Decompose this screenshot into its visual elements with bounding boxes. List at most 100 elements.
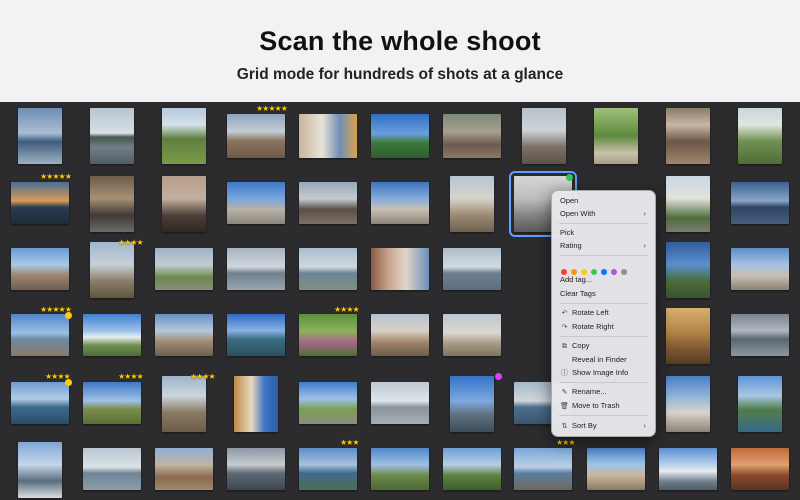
photo-thumbnail[interactable] [594,108,638,164]
copy-icon: ⧉ [562,343,567,350]
photo-thumbnail[interactable] [299,182,357,224]
photo-thumbnail[interactable] [371,182,429,224]
photo-thumbnail[interactable] [155,314,213,356]
menu-item-open-with[interactable]: Open With › [560,208,649,220]
photo-thumbnail[interactable] [514,448,572,490]
photo-thumbnail[interactable] [227,448,285,490]
menu-item-label: Move to Trash [572,401,620,410]
photo-thumbnail[interactable] [299,114,357,158]
menu-item-label: Open With [560,209,596,218]
menu-item-label: Clear Tags [560,289,596,298]
menu-item-reveal-in-finder[interactable]: Reveal in Finder [560,354,649,366]
photo-thumbnail[interactable] [522,108,566,164]
rating-stars: ★★★★ [334,305,360,314]
photo-thumbnail[interactable] [659,448,717,490]
photo-thumbnail[interactable] [234,376,278,432]
photo-grid: ★★★★★ ★★★★★ ★★★★ ★★★★★ ★★★★ ★★★★ ★★★★ ★★… [0,102,800,500]
photo-thumbnail[interactable] [90,176,134,232]
hero-banner: Scan the whole shoot Grid mode for hundr… [0,0,800,103]
context-menu: Open Open With › Pick Rating › Add tag... … [551,190,656,437]
chevron-right-icon: › [643,209,646,218]
menu-item-rotate-right[interactable]: ↷ Rotate Right [560,321,649,333]
photo-thumbnail[interactable] [443,114,501,158]
menu-separator [559,415,648,416]
menu-separator [559,382,648,383]
photo-thumbnail[interactable] [371,114,429,158]
menu-item-show-image-info[interactable]: ⓘ Show Image Info [560,367,649,379]
menu-item-add-tag[interactable]: Add tag... [560,274,649,286]
photo-thumbnail[interactable] [450,176,494,232]
info-icon: ⓘ [561,370,568,377]
photo-thumbnail[interactable] [227,182,285,224]
photo-thumbnail[interactable] [371,248,429,290]
photo-thumbnail[interactable] [11,248,69,290]
menu-separator [559,223,648,224]
photo-thumbnail[interactable] [731,314,789,356]
photo-thumbnail[interactable] [11,182,69,224]
photo-thumbnail[interactable] [371,448,429,490]
chevron-right-icon: › [643,241,646,250]
photo-thumbnail[interactable] [155,448,213,490]
photo-thumbnail[interactable] [443,314,501,356]
menu-separator [559,336,648,337]
photo-thumbnail[interactable] [18,108,62,164]
rating-stars: ★★★★ [118,372,144,381]
photo-thumbnail[interactable] [371,314,429,356]
photo-thumbnail[interactable] [155,248,213,290]
rating-stars: ★★★★★ [256,104,288,113]
photo-thumbnail[interactable] [11,382,69,424]
photo-thumbnail[interactable] [587,448,645,490]
trash-icon: 🗑 [560,403,569,410]
menu-item-label: Rating [560,241,582,250]
hero-title: Scan the whole shoot [259,26,541,56]
photo-thumbnail[interactable] [666,108,710,164]
photo-thumbnail[interactable] [443,248,501,290]
rating-stars: ★★★ [556,438,575,447]
photo-thumbnail[interactable] [90,242,134,298]
menu-item-move-to-trash[interactable]: 🗑 Move to Trash [560,400,649,412]
menu-item-rotate-left[interactable]: ↶ Rotate Left [560,307,649,319]
photo-thumbnail[interactable] [299,448,357,490]
menu-item-copy[interactable]: ⧉ Copy [560,340,649,352]
photo-thumbnail[interactable] [227,248,285,290]
photo-thumbnail[interactable] [299,382,357,424]
rotate-left-icon: ↶ [561,310,568,317]
menu-item-sort-by[interactable]: ⇅ Sort By › [560,420,649,432]
photo-thumbnail[interactable] [738,108,782,164]
photo-thumbnail[interactable] [738,376,782,432]
menu-item-clear-tags[interactable]: Clear Tags [560,288,649,300]
menu-item-label: Show Image Info [572,368,629,377]
photo-thumbnail[interactable] [18,442,62,498]
photo-thumbnail[interactable] [371,382,429,424]
photo-thumbnail[interactable] [666,242,710,298]
menu-item-open[interactable]: Open [560,195,649,207]
photo-thumbnail[interactable] [162,176,206,232]
pencil-icon: ✎ [561,389,568,396]
photo-thumbnail[interactable] [227,114,285,158]
photo-thumbnail[interactable] [731,248,789,290]
menu-item-rating[interactable]: Rating › [560,240,649,252]
menu-item-label: Rename... [572,387,607,396]
menu-item-rename[interactable]: ✎ Rename... [560,386,649,398]
photo-thumbnail[interactable] [299,248,357,290]
photo-thumbnail[interactable] [666,176,710,232]
photo-thumbnail[interactable] [299,314,357,356]
photo-thumbnail[interactable] [666,308,710,364]
photo-thumbnail[interactable] [450,376,494,432]
menu-item-label: Copy [572,341,590,350]
photo-thumbnail[interactable] [731,448,789,490]
photo-thumbnail[interactable] [666,376,710,432]
menu-item-label: Add tag... [560,275,593,284]
menu-item-label: Reveal in Finder [572,355,627,364]
photo-thumbnail[interactable] [83,448,141,490]
photo-thumbnail[interactable] [162,108,206,164]
photo-thumbnail[interactable] [83,382,141,424]
photo-thumbnail[interactable] [443,448,501,490]
menu-item-pick[interactable]: Pick [560,227,649,239]
photo-thumbnail[interactable] [83,314,141,356]
photo-thumbnail[interactable] [90,108,134,164]
photo-thumbnail[interactable] [731,182,789,224]
photo-thumbnail[interactable] [227,314,285,356]
photo-thumbnail[interactable] [11,314,69,356]
photo-thumbnail[interactable] [162,376,206,432]
